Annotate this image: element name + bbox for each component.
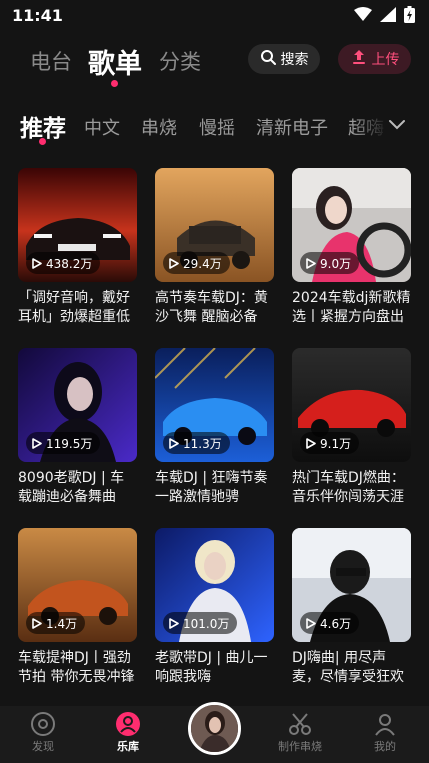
playlist-cover: 101.0万: [155, 528, 274, 642]
play-icon: [169, 437, 179, 449]
playlist-title: 车载提神DJ丨强劲节拍 带你无畏冲锋: [18, 650, 135, 685]
playlist-title: 「调好音响，戴好耳机」劲爆超重低音: [18, 290, 130, 325]
play-icon: [306, 257, 316, 269]
nav-mine[interactable]: 我的: [350, 710, 420, 754]
status-bar: 11:41: [0, 0, 429, 32]
play-count-badge: 9.1万: [300, 432, 360, 454]
playlist-card[interactable]: 9.1万 热门车载DJ燃曲：音乐伴你闯荡天涯: [292, 348, 411, 507]
play-count-badge: 438.2万: [26, 252, 101, 274]
play-count-badge: 1.4万: [26, 612, 86, 634]
nav-library[interactable]: 乐库: [93, 710, 163, 754]
nav-label: 乐库: [117, 740, 139, 753]
battery-charging-icon: [404, 6, 415, 27]
playlist-cover: 29.4万: [155, 168, 274, 282]
category-chinese[interactable]: 中文: [84, 114, 120, 140]
play-count: 9.0万: [320, 256, 352, 271]
playlist-title: 热门车载DJ燃曲：音乐伴你闯荡天涯: [292, 470, 405, 505]
category-fresh-electronic[interactable]: 清新电子: [256, 114, 328, 140]
play-count: 11.3万: [183, 436, 222, 451]
playlist-cover: 9.1万: [292, 348, 411, 462]
playlist-card[interactable]: 11.3万 车载DJ | 狂嗨节奏一路激情驰骋: [155, 348, 274, 507]
play-count-badge: 9.0万: [300, 252, 360, 274]
play-count: 9.1万: [320, 436, 352, 451]
play-icon: [32, 257, 42, 269]
playlist-card[interactable]: 1.4万 车载提神DJ丨强劲节拍 带你无畏冲锋: [18, 528, 137, 687]
play-icon: [32, 617, 42, 629]
play-count: 4.6万: [320, 616, 352, 631]
search-icon: [260, 49, 276, 69]
playlist-card[interactable]: 119.5万 8090老歌DJ | 车载蹦迪必备舞曲: [18, 348, 137, 507]
playlist-title: DJ嗨曲| 用尽声麦，尽情享受狂欢: [292, 650, 404, 685]
play-count-badge: 11.3万: [163, 432, 230, 454]
upload-icon: [350, 48, 368, 70]
play-icon: [32, 437, 42, 449]
tab-playlist[interactable]: 歌单: [88, 42, 142, 81]
play-count: 29.4万: [183, 256, 222, 271]
upload-label: 上传: [371, 52, 400, 68]
nav-label: 发现: [32, 740, 54, 753]
playlist-title: 高节奏车载DJ：黄沙飞舞 醒脑必备: [155, 290, 268, 325]
now-playing-avatar[interactable]: [188, 702, 241, 755]
play-icon: [306, 437, 316, 449]
top-tab-bar: 电台 歌单 分类 搜索 上传: [0, 40, 429, 90]
play-count-badge: 4.6万: [300, 612, 360, 634]
playlist-card[interactable]: 101.0万 老歌带DJ | 曲儿一响跟我嗨: [155, 528, 274, 687]
library-icon: [93, 710, 163, 738]
tab-category[interactable]: 分类: [159, 46, 201, 76]
playlist-cover: 438.2万: [18, 168, 137, 282]
playlist-cover: 119.5万: [18, 348, 137, 462]
play-count: 438.2万: [46, 256, 93, 271]
playlist-card[interactable]: 438.2万 「调好音响，戴好耳机」劲爆超重低音: [18, 168, 137, 327]
play-count-badge: 29.4万: [163, 252, 230, 274]
status-time: 11:41: [12, 6, 63, 25]
playlist-title: 2024车载dj新歌精选丨紧握方向盘出发: [292, 290, 411, 325]
active-tab-indicator: [111, 80, 118, 87]
play-icon: [169, 257, 179, 269]
playlist-cover: 11.3万: [155, 348, 274, 462]
play-count-badge: 119.5万: [26, 432, 101, 454]
play-count: 101.0万: [183, 616, 230, 631]
nav-discover[interactable]: 发现: [8, 710, 78, 754]
playlist-title: 老歌带DJ | 曲儿一响跟我嗨: [155, 650, 268, 685]
wifi-icon: [354, 7, 372, 26]
active-category-indicator: [39, 138, 46, 145]
search-button[interactable]: 搜索: [248, 44, 320, 74]
play-count: 1.4万: [46, 616, 78, 631]
chevron-down-icon[interactable]: [387, 114, 407, 138]
upload-button[interactable]: 上传: [338, 44, 411, 74]
playlist-cover: 9.0万: [292, 168, 411, 282]
playlist-cover: 1.4万: [18, 528, 137, 642]
category-bar: 推荐 中文 串烧 慢摇 清新电子 超嗨: [0, 106, 429, 146]
play-count-badge: 101.0万: [163, 612, 238, 634]
scissors-icon: [265, 710, 335, 738]
nav-label: 我的: [374, 740, 396, 753]
nav-make-medley[interactable]: 制作串烧: [265, 710, 335, 754]
playlist-title: 8090老歌DJ | 车载蹦迪必备舞曲: [18, 470, 125, 505]
playlist-cover: 4.6万: [292, 528, 411, 642]
signal-icon: [380, 7, 396, 26]
nav-label: 制作串烧: [278, 740, 322, 753]
playlist-card[interactable]: 29.4万 高节奏车载DJ：黄沙飞舞 醒脑必备: [155, 168, 274, 327]
discover-icon: [8, 710, 78, 738]
playlist-card[interactable]: 9.0万 2024车载dj新歌精选丨紧握方向盘出发: [292, 168, 411, 327]
category-medley[interactable]: 串烧: [141, 114, 177, 140]
category-slow-rock[interactable]: 慢摇: [199, 114, 235, 140]
play-icon: [306, 617, 316, 629]
playlist-card[interactable]: 4.6万 DJ嗨曲| 用尽声麦，尽情享受狂欢: [292, 528, 411, 687]
status-icons: [354, 6, 415, 27]
search-label: 搜索: [280, 52, 309, 68]
play-count: 119.5万: [46, 436, 93, 451]
tab-radio[interactable]: 电台: [30, 46, 72, 76]
playlist-title: 车载DJ | 狂嗨节奏一路激情驰骋: [155, 470, 268, 505]
profile-icon: [350, 710, 420, 738]
bottom-nav: 发现 乐库 制作串烧 我的: [0, 702, 429, 763]
play-icon: [169, 617, 179, 629]
